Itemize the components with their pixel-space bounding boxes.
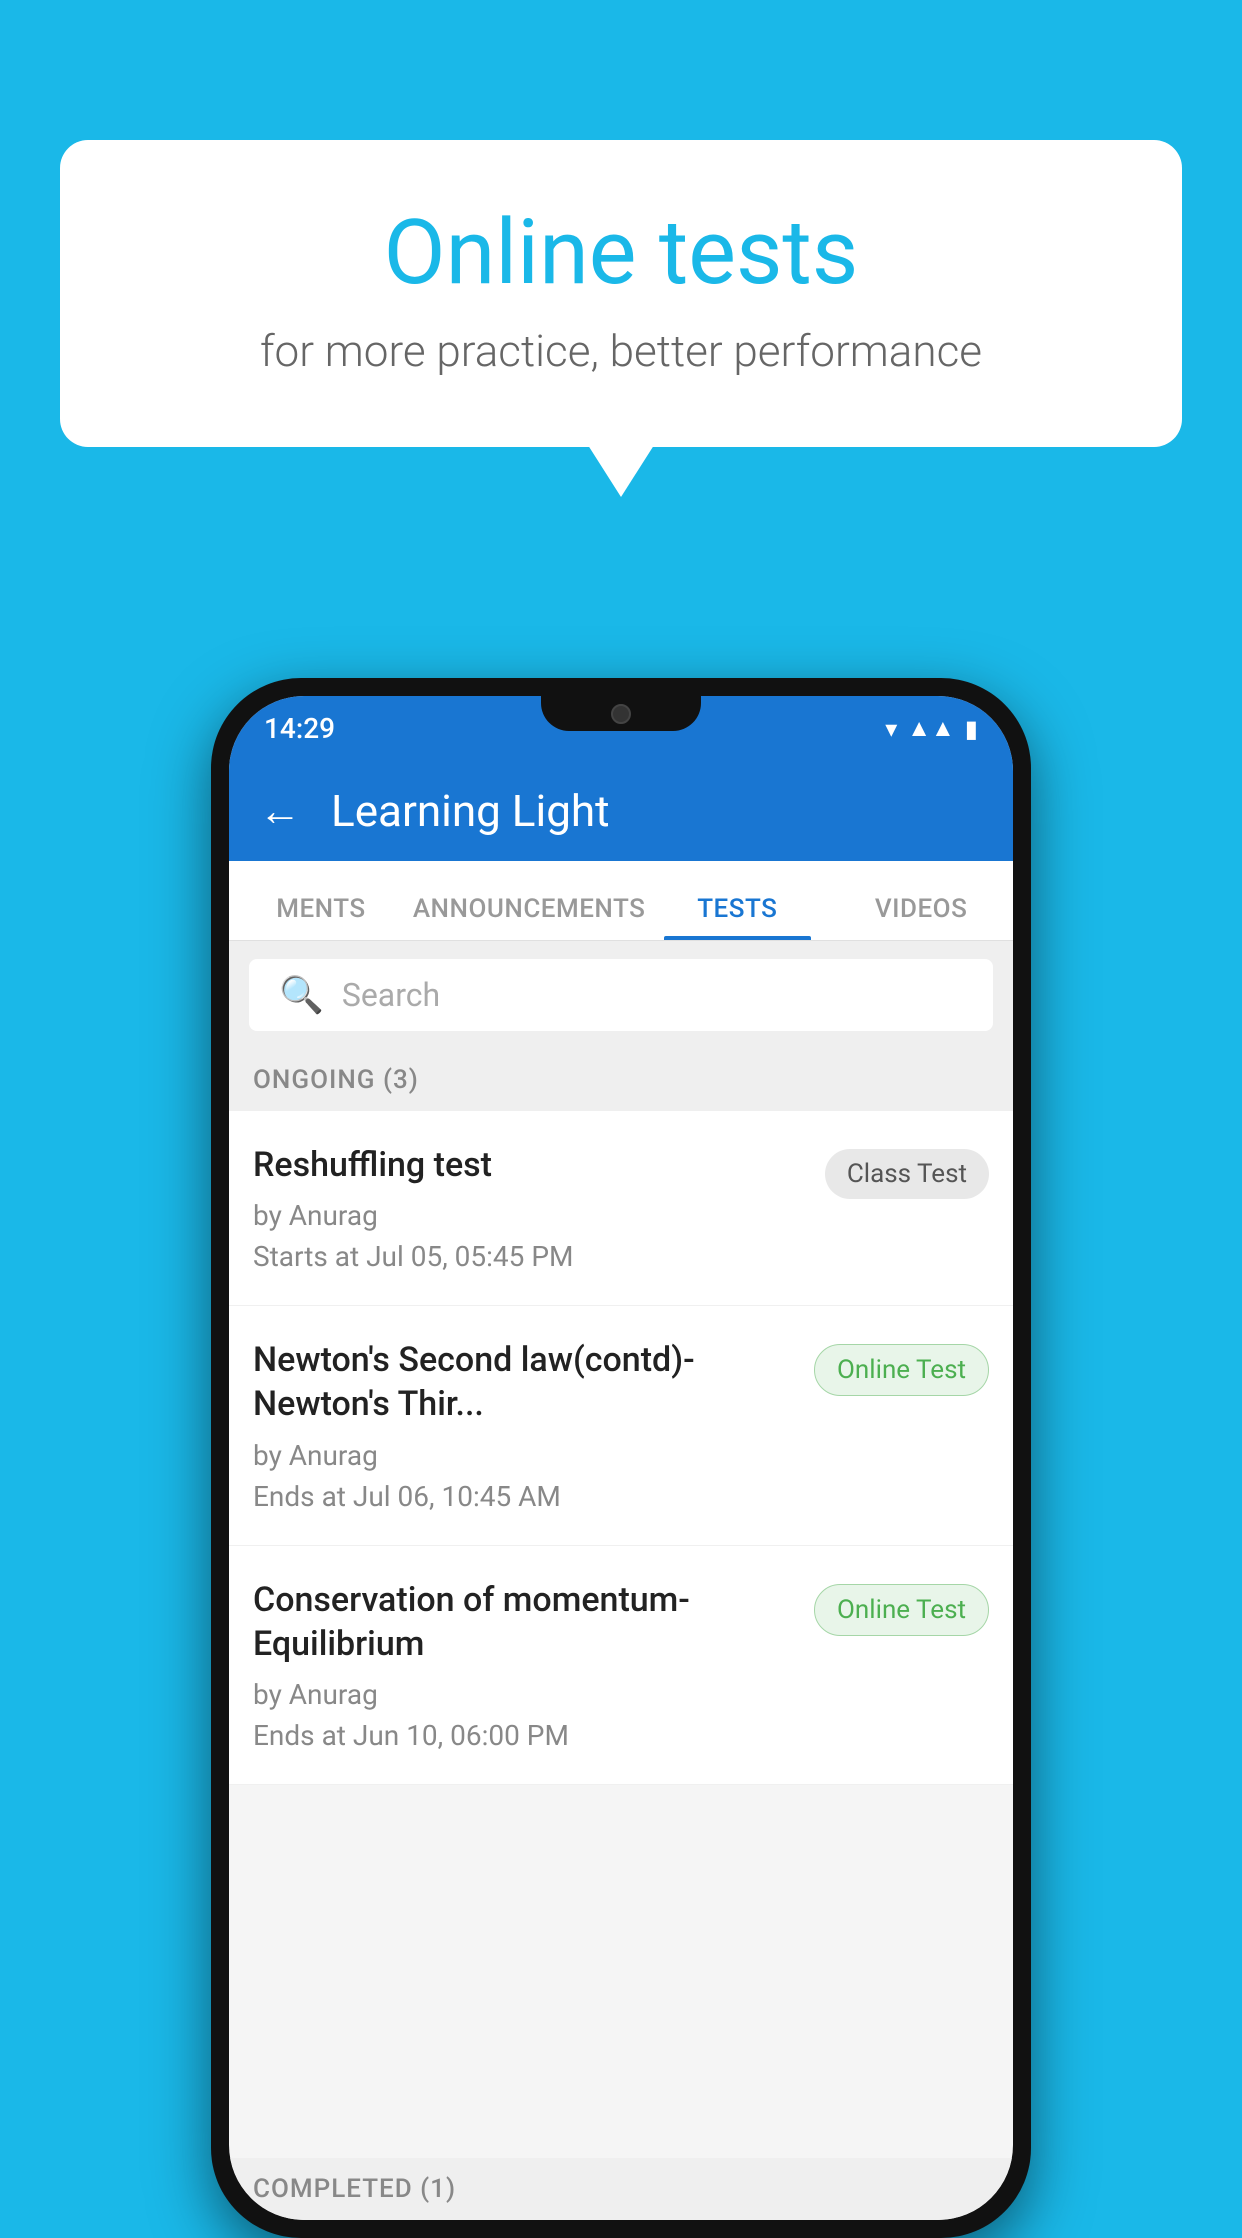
phone-frame: 14:29 ▾ ▲▲ ▮ ← Learning Light MENTS ANNO… (211, 678, 1031, 2238)
test-author: by Anurag (253, 1678, 794, 1711)
camera-cutout (611, 704, 631, 724)
test-badge: Class Test (825, 1149, 989, 1199)
back-button[interactable]: ← (259, 787, 301, 836)
test-author: by Anurag (253, 1199, 805, 1232)
test-author: by Anurag (253, 1439, 794, 1472)
search-bar[interactable]: 🔍 Search (249, 959, 993, 1031)
test-name: Newton's Second law(contd)-Newton's Thir… (253, 1338, 794, 1426)
status-icons: ▾ ▲▲ ▮ (885, 714, 978, 743)
tab-ments[interactable]: MENTS (229, 894, 413, 940)
test-name: Conservation of momentum-Equilibrium (253, 1578, 794, 1666)
bubble-subtitle: for more practice, better performance (140, 325, 1102, 377)
tab-videos[interactable]: VIDEOS (829, 894, 1013, 940)
test-badge: Online Test (814, 1584, 989, 1636)
speech-bubble: Online tests for more practice, better p… (60, 140, 1182, 447)
test-item[interactable]: Newton's Second law(contd)-Newton's Thir… (229, 1306, 1013, 1545)
tab-announcements[interactable]: ANNOUNCEMENTS (413, 894, 646, 940)
test-time: Ends at Jun 10, 06:00 PM (253, 1719, 794, 1752)
search-icon: 🔍 (279, 974, 324, 1016)
test-info: Newton's Second law(contd)-Newton's Thir… (253, 1338, 814, 1512)
ongoing-label: ONGOING (3) (253, 1065, 419, 1095)
test-list: Reshuffling test by Anurag Starts at Jul… (229, 1111, 1013, 1785)
signal-icon: ▲▲ (907, 714, 955, 743)
phone-screen: 14:29 ▾ ▲▲ ▮ ← Learning Light MENTS ANNO… (229, 696, 1013, 2220)
test-time: Starts at Jul 05, 05:45 PM (253, 1240, 805, 1273)
app-header: ← Learning Light (229, 761, 1013, 861)
tabs-bar: MENTS ANNOUNCEMENTS TESTS VIDEOS (229, 861, 1013, 941)
test-name: Reshuffling test (253, 1143, 805, 1187)
bubble-title: Online tests (140, 200, 1102, 305)
wifi-icon: ▾ (885, 715, 897, 743)
test-item[interactable]: Reshuffling test by Anurag Starts at Jul… (229, 1111, 1013, 1306)
test-info: Conservation of momentum-Equilibrium by … (253, 1578, 814, 1752)
test-item[interactable]: Conservation of momentum-Equilibrium by … (229, 1546, 1013, 1785)
test-time: Ends at Jul 06, 10:45 AM (253, 1480, 794, 1513)
phone-notch (541, 696, 701, 731)
test-badge: Online Test (814, 1344, 989, 1396)
app-title: Learning Light (331, 785, 610, 837)
search-placeholder: Search (342, 976, 440, 1014)
test-info: Reshuffling test by Anurag Starts at Jul… (253, 1143, 825, 1273)
status-time: 14:29 (264, 712, 335, 745)
battery-icon: ▮ (965, 715, 978, 743)
ongoing-section-header: ONGOING (3) (229, 1049, 1013, 1111)
completed-label: COMPLETED (1) (253, 2174, 456, 2204)
completed-section-header: COMPLETED (1) (229, 2158, 1013, 2220)
bubble-box: Online tests for more practice, better p… (60, 140, 1182, 447)
search-container: 🔍 Search (229, 941, 1013, 1049)
tab-tests[interactable]: TESTS (645, 894, 829, 940)
